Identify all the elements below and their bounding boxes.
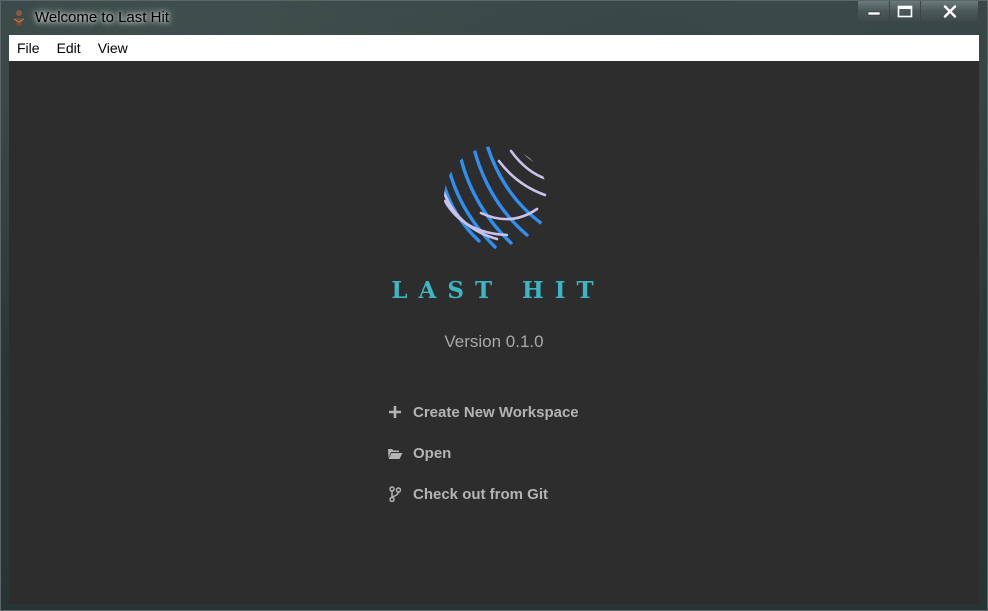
maximize-button[interactable] bbox=[890, 1, 921, 22]
create-workspace-label: Create New Workspace bbox=[413, 403, 579, 421]
welcome-panel: LAST HIT Version 0.1.0 Create New Worksp… bbox=[9, 61, 979, 604]
window-title: Welcome to Last Hit bbox=[35, 9, 169, 26]
checkout-git-action[interactable]: Check out from Git bbox=[387, 483, 579, 505]
git-branch-icon bbox=[387, 486, 403, 502]
striped-globe-logo bbox=[444, 146, 548, 249]
create-workspace-action[interactable]: Create New Workspace bbox=[387, 401, 579, 423]
checkout-git-label: Check out from Git bbox=[413, 485, 549, 503]
open-label: Open bbox=[413, 444, 452, 462]
app-window: Welcome to Last Hit File Edit View LAST … bbox=[0, 0, 988, 611]
open-action[interactable]: Open bbox=[387, 442, 579, 464]
title-bar[interactable]: Welcome to Last Hit bbox=[1, 1, 987, 35]
app-icon bbox=[12, 9, 26, 27]
version-label: Version 0.1.0 bbox=[444, 332, 544, 351]
menu-view[interactable]: View bbox=[90, 35, 137, 61]
menu-file[interactable]: File bbox=[9, 35, 49, 61]
close-icon bbox=[943, 4, 956, 18]
folder-open-icon bbox=[387, 445, 403, 461]
menu-bar: File Edit View bbox=[9, 35, 979, 61]
plus-icon bbox=[387, 404, 403, 420]
window-controls bbox=[857, 1, 979, 23]
menu-edit[interactable]: Edit bbox=[49, 35, 90, 61]
minimize-icon bbox=[867, 11, 880, 16]
maximize-icon bbox=[897, 5, 913, 17]
close-button[interactable] bbox=[921, 1, 979, 22]
minimize-button[interactable] bbox=[857, 1, 890, 22]
welcome-actions: Create New Workspace Open Check out from… bbox=[387, 401, 579, 524]
app-name-wordmark: LAST HIT bbox=[391, 277, 605, 304]
